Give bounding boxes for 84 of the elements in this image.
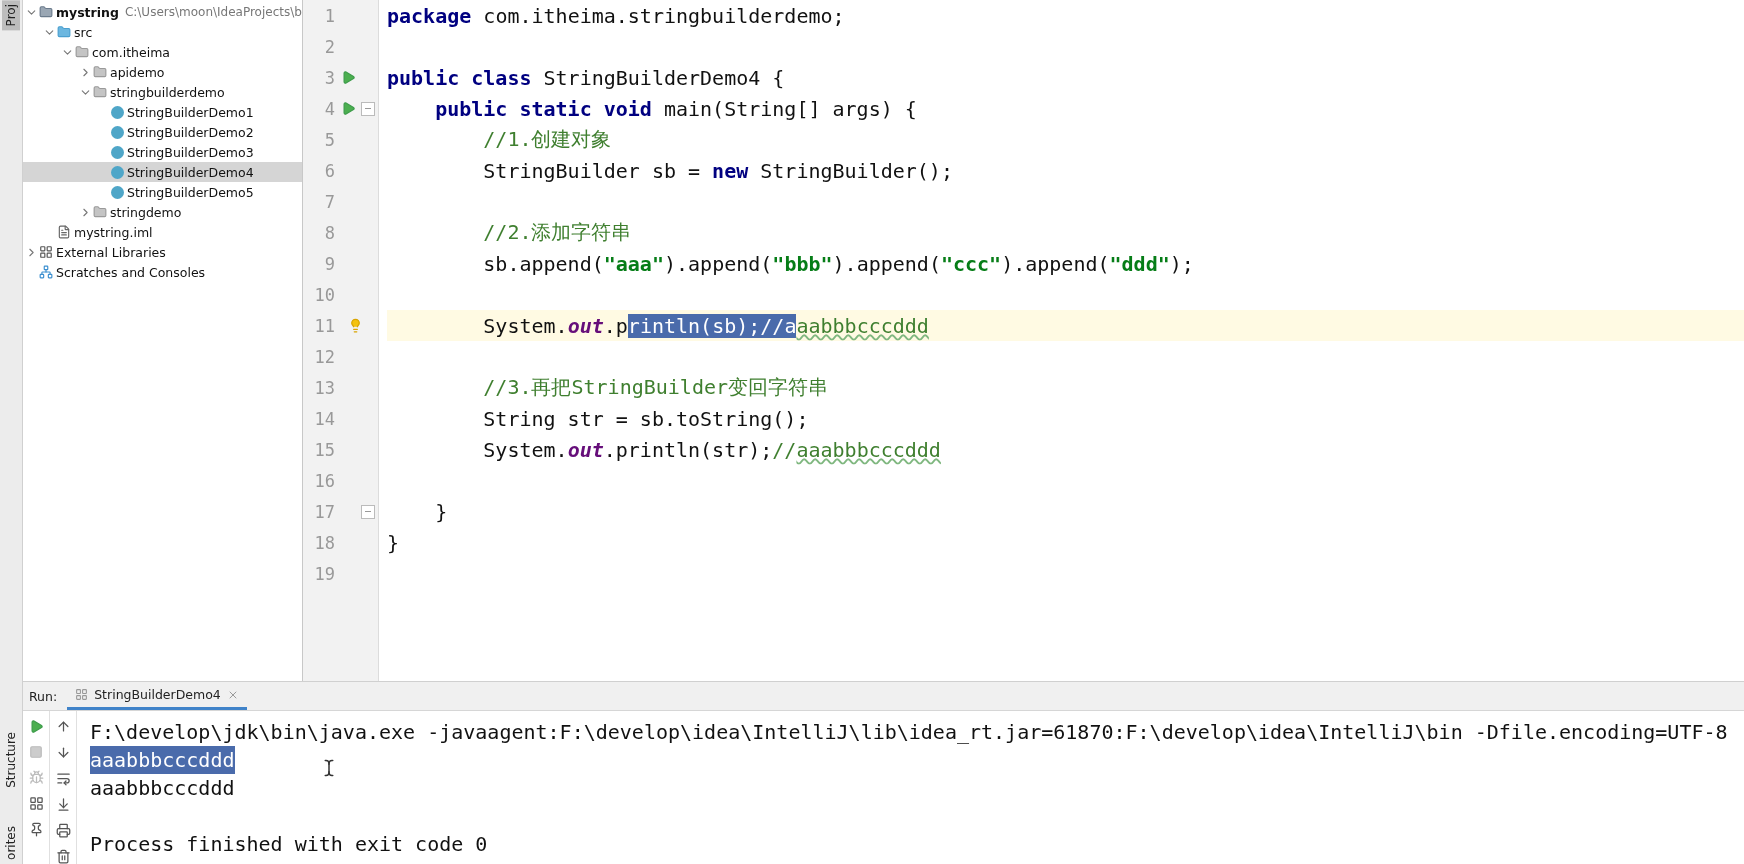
stop-icon[interactable]: [29, 745, 43, 759]
tree-item[interactable]: com.itheima: [23, 42, 302, 62]
bug-icon[interactable]: [28, 770, 44, 785]
code-line: String str = sb.toString();: [483, 406, 809, 431]
folder-icon: [93, 205, 107, 219]
folder-icon: [93, 85, 107, 99]
class-icon: [111, 105, 124, 119]
fold-icon[interactable]: [361, 101, 375, 116]
project-tab[interactable]: Proj: [2, 0, 20, 31]
line-number: 8: [323, 222, 335, 243]
line-number: 11: [313, 315, 335, 336]
print-icon[interactable]: [55, 823, 71, 838]
class-icon: [111, 125, 124, 139]
tree-item[interactable]: stringdemo: [23, 202, 302, 222]
tree-item[interactable]: StringBuilderDemo2: [23, 122, 302, 142]
line-number: 9: [323, 253, 335, 274]
code-line: package com.itheima.stringbuilderdemo;: [387, 3, 845, 28]
code-line: //3.再把StringBuilder变回字符串: [483, 374, 829, 401]
tree-item[interactable]: StringBuilderDemo4: [23, 162, 302, 182]
tool-window-tab[interactable]: orites: [2, 822, 20, 864]
tree-item[interactable]: StringBuilderDemo3: [23, 142, 302, 162]
folder-icon: [75, 45, 89, 59]
line-number: 18: [313, 532, 335, 553]
class-icon: [111, 165, 124, 179]
line-number: 15: [313, 439, 335, 460]
line-number: 14: [313, 408, 335, 429]
run-label: Run:: [29, 688, 58, 704]
run-icon[interactable]: [28, 719, 44, 734]
class-icon: [111, 185, 124, 199]
code-line: System.out.println(sb);//aaabbbcccddd: [483, 313, 929, 338]
file-icon: [57, 225, 71, 239]
line-number: 2: [323, 36, 335, 57]
tree-item[interactable]: mystring C:\Users\moon\IdeaProjects\b: [23, 2, 302, 22]
line-number: 5: [323, 129, 335, 150]
arrow-down-icon[interactable]: [55, 745, 71, 760]
tree-item[interactable]: stringbuilderdemo: [23, 82, 302, 102]
line-number: 10: [313, 284, 335, 305]
tree-item[interactable]: src: [23, 22, 302, 42]
code-line: public static void main(String[] args) {: [435, 96, 917, 121]
tool-window-tab[interactable]: Structure: [2, 728, 20, 793]
tree-item[interactable]: Scratches and Consoles: [23, 262, 302, 282]
line-number: 3: [323, 67, 335, 88]
folder-icon: [93, 65, 107, 79]
run-icon[interactable]: [340, 70, 356, 85]
code-line: //1.创建对象: [483, 126, 612, 153]
tree-item[interactable]: StringBuilderDemo5: [23, 182, 302, 202]
code-line: StringBuilder sb = new StringBuilder();: [483, 158, 953, 183]
pin-icon[interactable]: [28, 822, 44, 837]
arrow-up-icon[interactable]: [55, 719, 71, 734]
code-line: }: [387, 530, 400, 555]
line-number: 6: [323, 160, 335, 181]
class-icon: [111, 145, 124, 159]
layout-icon[interactable]: [28, 796, 44, 811]
line-number: 1: [323, 5, 335, 26]
console-line: Process finished with exit code 0: [90, 831, 488, 858]
code-line: sb.append("aaa").append("bbb").append("ccc").append("ddd");: [483, 251, 1194, 276]
code-line: }: [435, 499, 448, 524]
fold-icon[interactable]: [361, 504, 375, 519]
line-number: 17: [313, 501, 335, 522]
console-line: aaabbbcccddd: [90, 775, 235, 802]
scratches-icon: [39, 265, 53, 279]
line-number: 4: [323, 98, 335, 119]
library-icon: [39, 245, 53, 259]
line-number: 13: [313, 377, 335, 398]
code-line: System.out.println(str);//aaabbbcccddd: [483, 437, 941, 462]
tree-item[interactable]: apidemo: [23, 62, 302, 82]
line-number: 19: [313, 563, 335, 584]
console-icon: [75, 688, 89, 701]
wrap-icon[interactable]: [55, 771, 71, 786]
line-number: 16: [313, 470, 335, 491]
project-path: C:\Users\moon\IdeaProjects\b: [124, 5, 302, 19]
trash-icon[interactable]: [55, 849, 71, 864]
tree-item[interactable]: StringBuilderDemo1: [23, 102, 302, 122]
tree-item[interactable]: External Libraries: [23, 242, 302, 262]
code-line: public class StringBuilderDemo4 {: [387, 65, 785, 90]
run-icon[interactable]: [340, 101, 356, 116]
code-line: //2.添加字符串: [483, 219, 632, 246]
folder-icon: [57, 25, 71, 39]
console-line: F:\develop\jdk\bin\java.exe -javaagent:F:\develop\idea\IntelliJ\lib\idea_rt.jar=61870:F:\develop\idea\IntelliJ\bin -Dfile.encoding=UTF-8: [90, 719, 1728, 746]
line-number: 7: [323, 191, 335, 212]
module-folder-icon: [39, 5, 53, 19]
run-tab[interactable]: StringBuilderDemo4: [67, 682, 247, 710]
tree-item[interactable]: mystring.iml: [23, 222, 302, 242]
line-number: 12: [313, 346, 335, 367]
